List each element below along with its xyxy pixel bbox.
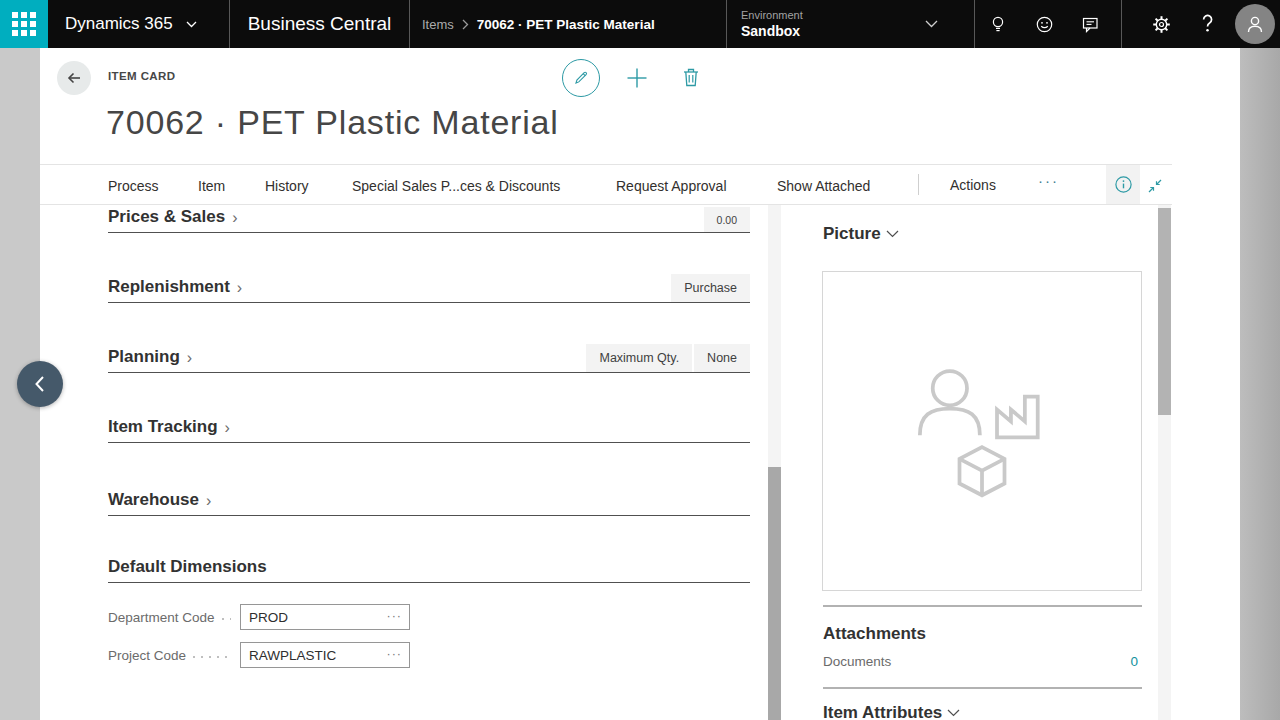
menu-item-item[interactable]: Item <box>198 178 225 194</box>
collapse-pane-button[interactable] <box>17 361 63 407</box>
divider <box>823 605 1142 607</box>
factbox-attachments-header: Attachments <box>823 624 926 644</box>
chevron-right-icon: › <box>237 279 242 302</box>
chevron-down-icon <box>886 230 899 238</box>
section-prices-sales[interactable]: Prices & Sales › 0.00 <box>108 200 750 233</box>
menu-item-special-sales[interactable]: Special Sales P...ces & Discounts <box>352 178 560 194</box>
chevron-right-icon: › <box>187 349 192 372</box>
plus-icon <box>626 67 648 89</box>
chevron-right-icon: › <box>206 492 211 515</box>
chevron-down-icon <box>947 709 960 717</box>
feedback-button[interactable] <box>1021 0 1067 48</box>
unit-price-badge: 0.00 <box>704 207 750 232</box>
product-name: Dynamics 365 <box>65 14 173 34</box>
section-planning[interactable]: Planning › Maximum Qty. None <box>108 340 750 373</box>
ideas-button[interactable] <box>975 0 1021 48</box>
field-project-code: Project Code RAWPLASTIC ··· <box>108 642 410 668</box>
assist-edit-button[interactable]: ··· <box>387 647 403 661</box>
menu-item-process[interactable]: Process <box>108 178 159 194</box>
field-department-code: Department Code PROD ··· <box>108 604 410 630</box>
new-button[interactable] <box>626 67 648 89</box>
dotted-leader <box>193 656 231 658</box>
reordering-policy-badge: Maximum Qty. <box>586 344 692 372</box>
project-code-input[interactable]: RAWPLASTIC ··· <box>240 642 410 668</box>
waffle-icon <box>12 12 36 36</box>
page-margin <box>1240 48 1280 720</box>
environment-label: Environment <box>741 9 974 21</box>
breadcrumb-parent[interactable]: Items <box>422 17 454 32</box>
menu-overflow-button[interactable]: ··· <box>1038 172 1059 189</box>
collapse-factbox-button[interactable] <box>1144 175 1166 197</box>
divider <box>918 174 919 195</box>
item-picture-placeholder[interactable] <box>822 271 1142 591</box>
settings-button[interactable] <box>1138 0 1184 48</box>
factbox-item-attributes-header[interactable]: Item Attributes <box>823 703 960 720</box>
scrollbar-thumb[interactable] <box>1158 208 1171 415</box>
action-menubar: Process Item History Special Sales P...c… <box>40 164 1172 205</box>
environment-picker[interactable]: Environment Sandbox <box>727 0 974 48</box>
breadcrumb-current: 70062 · PET Plastic Material <box>477 17 655 32</box>
factbox-picture-header[interactable]: Picture <box>823 224 899 244</box>
assist-edit-button[interactable]: ··· <box>387 609 403 623</box>
picture-placeholder-icon <box>907 356 1057 506</box>
arrow-left-icon <box>65 69 83 87</box>
documents-label: Documents <box>823 654 891 669</box>
chat-button[interactable] <box>1067 0 1113 48</box>
environment-name: Sandbox <box>741 23 974 39</box>
pencil-icon <box>572 69 590 87</box>
department-code-input[interactable]: PROD ··· <box>240 604 410 630</box>
menu-item-show-attached[interactable]: Show Attached <box>777 178 870 194</box>
app-launcher-button[interactable] <box>0 0 48 48</box>
chevron-down-icon <box>186 21 197 28</box>
scrollbar-thumb[interactable] <box>768 467 781 720</box>
edit-button[interactable] <box>562 59 600 97</box>
chevron-right-icon: › <box>225 419 230 442</box>
planning-value-badge: None <box>694 344 750 372</box>
field-label: Project Code <box>108 648 186 663</box>
product-switcher[interactable]: Dynamics 365 <box>48 0 229 48</box>
avatar <box>1235 4 1275 44</box>
info-pane-button[interactable] <box>1106 165 1140 204</box>
section-replenishment[interactable]: Replenishment › Purchase <box>108 270 750 303</box>
factbox-scrollbar[interactable] <box>1158 205 1171 720</box>
field-label: Department Code <box>108 610 215 625</box>
account-button[interactable] <box>1230 0 1280 48</box>
page-title: 70062 · PET Plastic Material <box>106 103 559 142</box>
question-mark-icon <box>1200 13 1215 35</box>
trash-icon <box>681 67 701 88</box>
card-type-label: ITEM CARD <box>108 70 176 82</box>
back-button[interactable] <box>57 61 91 95</box>
chevron-right-icon: › <box>232 209 237 232</box>
collapse-icon <box>1146 177 1164 195</box>
dotted-leader <box>222 618 231 620</box>
gear-icon <box>1152 15 1171 34</box>
divider <box>823 687 1142 689</box>
item-card-page: ITEM CARD 70062 · PET Plastic Material P… <box>40 48 1240 720</box>
breadcrumb: Items 70062 · PET Plastic Material <box>410 0 726 48</box>
lightbulb-icon <box>989 15 1007 34</box>
person-icon <box>1244 13 1266 35</box>
documents-row: Documents 0 <box>823 654 1138 669</box>
replenishment-system-badge: Purchase <box>671 274 750 302</box>
smiley-icon <box>1035 15 1054 34</box>
section-warehouse[interactable]: Warehouse › <box>108 483 750 516</box>
section-item-tracking[interactable]: Item Tracking › <box>108 410 750 443</box>
section-default-dimensions: Default Dimensions <box>108 550 750 583</box>
app-name[interactable]: Business Central <box>230 0 409 48</box>
left-pane-scrollbar[interactable] <box>768 205 781 720</box>
delete-button[interactable] <box>681 67 703 89</box>
top-navigation-bar: Dynamics 365 Business Central Items 7006… <box>0 0 1280 48</box>
menu-item-actions[interactable]: Actions <box>950 177 996 193</box>
chevron-left-icon <box>32 374 48 394</box>
chat-icon <box>1081 15 1100 34</box>
documents-count-link[interactable]: 0 <box>1130 654 1138 669</box>
info-icon <box>1114 175 1133 194</box>
chevron-down-icon <box>925 20 938 28</box>
help-button[interactable] <box>1184 0 1230 48</box>
menu-item-request-approval[interactable]: Request Approval <box>616 178 727 194</box>
divider <box>1121 0 1122 48</box>
menu-item-history[interactable]: History <box>265 178 309 194</box>
chevron-right-icon <box>462 19 469 30</box>
